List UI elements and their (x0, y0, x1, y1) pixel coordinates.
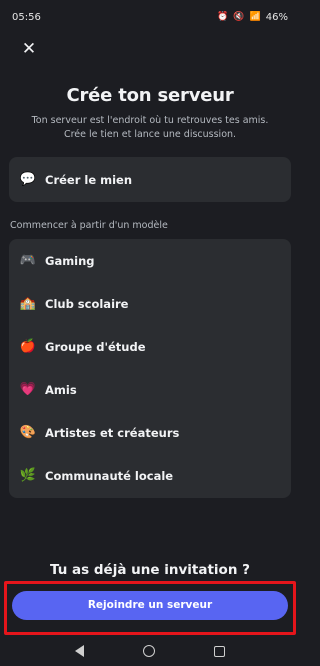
recent-apps-icon[interactable] (214, 645, 226, 657)
status-time: 05:56 (12, 11, 41, 23)
android-nav-bar (0, 636, 300, 666)
status-bar: 05:56 ⏰ 🔇 📶 46% (0, 0, 300, 34)
back-icon[interactable] (74, 645, 84, 657)
close-icon[interactable]: ✕ (18, 38, 40, 60)
apple-icon: 🍎 (19, 339, 37, 354)
status-icons: ⏰ 🔇 📶 46% (217, 12, 288, 23)
create-server-icon: 💬 (19, 172, 37, 187)
create-server-button[interactable]: 💬 Créer le mien (9, 157, 291, 202)
join-server-button[interactable]: Rejoindre un serveur (12, 591, 288, 620)
template-item-friends[interactable]: 💗 Amis (9, 368, 291, 411)
template-item-school-club[interactable]: 🏫 Club scolaire (9, 282, 291, 325)
invite-question: Tu as déjà une invitation ? (50, 562, 250, 578)
template-label: Communauté locale (45, 468, 174, 483)
templates-section-label: Commencer à partir d'un modèle (10, 220, 168, 231)
page-title: Crée ton serveur (66, 85, 234, 106)
palette-icon: 🎨 (19, 425, 37, 440)
create-server-label: Créer le mien (45, 172, 133, 187)
templates-card: 🎮 Gaming 🏫 Club scolaire 🍎 Groupe d'étud… (9, 239, 291, 498)
school-icon: 🏫 (19, 296, 37, 311)
gamepad-icon: 🎮 (19, 253, 37, 268)
template-label: Groupe d'étude (45, 339, 146, 354)
subtitle-line-1: Ton serveur est l'endroit où tu retrouve… (31, 115, 269, 126)
template-label: Amis (45, 382, 77, 397)
template-item-local-community[interactable]: 🌿 Communauté locale (9, 454, 291, 497)
home-icon[interactable] (142, 645, 155, 657)
page-subtitle: Ton serveur est l'endroit où tu retrouve… (22, 114, 278, 142)
template-label: Artistes et créateurs (45, 425, 180, 440)
alarm-icon: ⏰ (217, 12, 229, 22)
template-item-artists[interactable]: 🎨 Artistes et créateurs (9, 411, 291, 454)
leaf-icon: 🌿 (19, 468, 37, 483)
template-label: Club scolaire (45, 296, 129, 311)
template-item-study-group[interactable]: 🍎 Groupe d'étude (9, 325, 291, 368)
heart-icon: 💗 (19, 382, 37, 397)
create-server-card: 💬 Créer le mien (9, 157, 291, 202)
mute-icon: 🔇 (233, 12, 245, 22)
subtitle-line-2: Crée le tien et lance une discussion. (63, 129, 237, 140)
wifi-icon: 📶 (249, 12, 261, 22)
template-label: Gaming (45, 253, 95, 268)
template-item-gaming[interactable]: 🎮 Gaming (9, 239, 291, 282)
battery-level: 46% (265, 11, 288, 23)
